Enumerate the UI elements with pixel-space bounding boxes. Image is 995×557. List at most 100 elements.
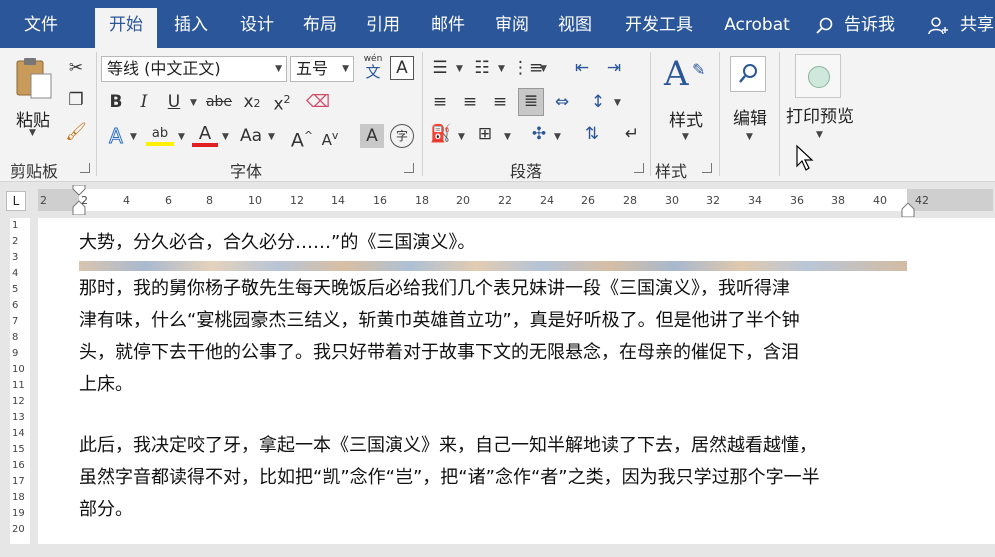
- strikethrough-icon[interactable]: abe: [204, 90, 234, 114]
- shading-icon[interactable]: ⛽: [428, 122, 454, 146]
- tab-mailings[interactable]: 邮件: [420, 8, 476, 48]
- copy-icon[interactable]: ❐: [64, 88, 88, 112]
- styles-dropdown-icon[interactable]: ▼: [682, 132, 689, 142]
- pen-icon: ✎: [692, 60, 706, 79]
- text-effects-icon[interactable]: A: [104, 124, 128, 149]
- embedded-image: [79, 261, 907, 271]
- shading-dropdown-icon[interactable]: ▼: [458, 132, 465, 142]
- print-preview-icon: [795, 54, 841, 98]
- sort-icon[interactable]: ⇅: [580, 122, 604, 146]
- ruler-tick: 2: [40, 194, 47, 207]
- enclose-characters-icon[interactable]: 字: [390, 124, 414, 148]
- tab-review[interactable]: 审阅: [485, 8, 539, 48]
- change-case-dropdown-icon[interactable]: ▼: [268, 132, 275, 142]
- styles-launcher-icon[interactable]: [702, 163, 712, 173]
- line-spacing-icon[interactable]: ↕: [586, 90, 610, 114]
- format-painter-icon[interactable]: 🖌: [64, 120, 88, 144]
- italic-icon[interactable]: I: [132, 90, 156, 114]
- distributed-icon[interactable]: ⇔: [550, 90, 574, 114]
- vertical-ruler-tick: 20: [12, 524, 25, 535]
- asian-layout-dropdown-icon[interactable]: ▼: [554, 132, 561, 142]
- tab-developer[interactable]: 开发工具: [612, 8, 706, 48]
- tab-home[interactable]: 开始: [95, 8, 157, 48]
- right-indent-marker-icon[interactable]: [901, 203, 915, 217]
- vertical-ruler-tick: 11: [12, 380, 25, 391]
- superscript-icon[interactable]: x2: [270, 88, 294, 117]
- paste-button[interactable]: 粘贴 ▼: [8, 56, 58, 138]
- vertical-ruler[interactable]: 1 2 3 4 5 6 7 8 9 10 11 12 13 14 15 16 17 18 19 20: [0, 218, 38, 557]
- clipboard-icon: [16, 58, 52, 99]
- font-name-combo[interactable]: 等线 (中文正文) ▼: [101, 56, 287, 82]
- text-line: 津有味，什么“宴桃园豪杰三结义，斩黄巾英雄首立功”，真是好听极了。但是他讲了半个…: [79, 310, 800, 331]
- borders-icon[interactable]: ⊞: [472, 122, 498, 146]
- highlight-dropdown-icon[interactable]: ▼: [178, 132, 185, 142]
- clipboard-launcher-icon[interactable]: [80, 163, 90, 173]
- vertical-ruler-tick: 5: [12, 284, 19, 295]
- print-preview-button[interactable]: 打印预览 ▼: [782, 52, 858, 152]
- group-separator: [650, 52, 651, 176]
- paragraph-launcher-icon[interactable]: [634, 163, 644, 173]
- bullets-dropdown-icon[interactable]: ▼: [456, 64, 463, 74]
- underline-icon[interactable]: U: [162, 90, 186, 114]
- align-left-icon[interactable]: ≡: [428, 90, 452, 114]
- increase-indent-icon[interactable]: ⇥: [602, 56, 626, 80]
- subscript-icon[interactable]: x2: [240, 90, 264, 116]
- numbering-icon[interactable]: ☷: [470, 56, 494, 80]
- shrink-font-icon[interactable]: Av: [318, 124, 342, 152]
- font-launcher-icon[interactable]: [404, 163, 414, 173]
- font-name-value: 等线 (中文正文): [107, 59, 221, 78]
- bold-icon[interactable]: B: [104, 90, 128, 114]
- align-center-icon[interactable]: ≡: [458, 90, 482, 114]
- grow-font-icon[interactable]: A^: [290, 124, 314, 152]
- text-effects-dropdown-icon[interactable]: ▼: [130, 132, 137, 142]
- font-size-combo[interactable]: 五号 ▼: [290, 56, 354, 82]
- character-border-icon[interactable]: A: [390, 56, 414, 80]
- font-color-dropdown-icon[interactable]: ▼: [222, 132, 229, 142]
- highlight-icon[interactable]: ab: [146, 122, 174, 146]
- change-case-icon[interactable]: Aa: [236, 124, 266, 148]
- ruler-tick: 22: [498, 194, 512, 207]
- borders-dropdown-icon[interactable]: ▼: [504, 132, 511, 142]
- tell-me-box[interactable]: 告诉我: [816, 8, 908, 42]
- cut-icon[interactable]: ✂: [64, 56, 88, 80]
- tab-insert[interactable]: 插入: [162, 8, 220, 48]
- clear-formatting-icon[interactable]: ⌫: [306, 90, 330, 114]
- asian-layout-icon[interactable]: ✣: [526, 122, 552, 146]
- share-button[interactable]: 共享: [928, 8, 995, 42]
- character-shading-icon[interactable]: A: [360, 124, 384, 148]
- ribbon-tab-bar: 文件 开始 插入 设计 布局 引用 邮件 审阅 视图 开发工具 Acrobat …: [0, 0, 995, 48]
- vertical-ruler-tick: 15: [12, 444, 25, 455]
- tab-layout[interactable]: 布局: [293, 8, 347, 48]
- phonetic-guide-button[interactable]: wén 文: [360, 54, 386, 82]
- tell-me-label: 告诉我: [844, 15, 895, 35]
- align-right-icon[interactable]: ≡: [488, 90, 512, 114]
- tab-selector[interactable]: L: [6, 191, 26, 211]
- editing-button[interactable]: 编辑 ▼: [724, 54, 776, 150]
- underline-dropdown-icon[interactable]: ▼: [190, 98, 197, 108]
- group-separator: [719, 52, 720, 176]
- tab-references[interactable]: 引用: [356, 8, 410, 48]
- tab-view[interactable]: 视图: [548, 8, 602, 48]
- multilevel-list-icon[interactable]: ⋮≡: [512, 56, 543, 80]
- ruler-tick: 4: [123, 194, 130, 207]
- justify-icon[interactable]: ≣: [518, 88, 544, 116]
- editing-dropdown-icon[interactable]: ▼: [746, 132, 753, 142]
- tab-design[interactable]: 设计: [228, 8, 286, 48]
- paste-dropdown-icon[interactable]: ▼: [29, 128, 36, 138]
- horizontal-ruler[interactable]: 2 2 4 6 8 10 12 14 16 18 20 22 24 26 28 30 32 34 36 38 40 42: [38, 185, 993, 217]
- vertical-ruler-tick: 8: [12, 332, 19, 343]
- bullets-icon[interactable]: ☰: [428, 56, 452, 80]
- vertical-ruler-tick: 9: [12, 348, 19, 359]
- tab-acrobat[interactable]: Acrobat: [716, 8, 798, 48]
- font-color-icon[interactable]: A: [192, 122, 218, 147]
- decrease-indent-icon[interactable]: ⇤: [570, 56, 594, 80]
- line-spacing-dropdown-icon[interactable]: ▼: [614, 98, 621, 108]
- multilevel-dropdown-icon[interactable]: ▼: [540, 64, 547, 74]
- tab-file[interactable]: 文件: [8, 8, 74, 48]
- vertical-ruler-tick: 14: [12, 428, 25, 439]
- ruler-tick: 40: [873, 194, 887, 207]
- show-marks-icon[interactable]: ↵: [620, 122, 644, 146]
- numbering-dropdown-icon[interactable]: ▼: [498, 64, 505, 74]
- styles-button[interactable]: A ✎ 样式 ▼: [658, 54, 714, 150]
- print-preview-dropdown-icon[interactable]: ▼: [816, 130, 823, 140]
